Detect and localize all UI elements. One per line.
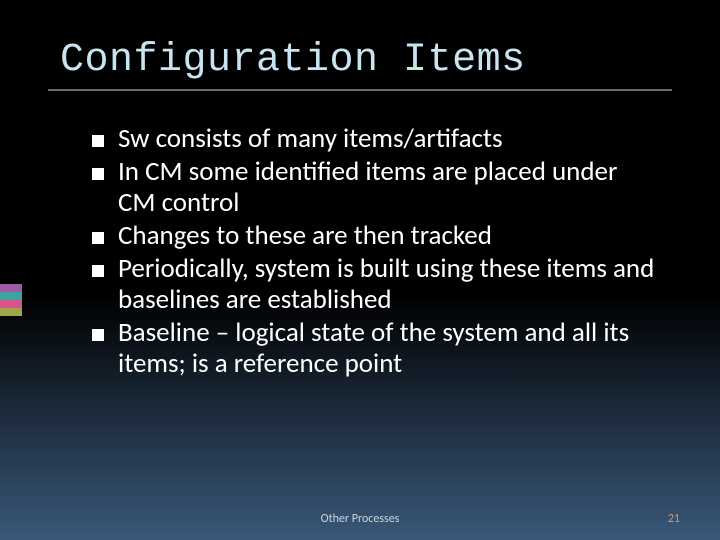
accent-bar [0,292,22,300]
slide-title: Configuration Items [0,0,720,89]
page-number: 21 [668,512,680,526]
slide: Configuration Items Sw consists of many … [0,0,720,540]
bullet-icon [92,135,104,147]
bullet-list: Sw consists of many items/artifacts In C… [0,91,720,379]
list-item: Sw consists of many items/artifacts [92,123,660,154]
accent-bar [0,284,22,292]
accent-bar [0,308,22,316]
bullet-icon [92,232,104,244]
bullet-text: Baseline – logical state of the system a… [118,317,660,379]
bullet-text: Periodically, system is built using thes… [118,253,660,315]
accent-bars [0,284,22,316]
bullet-text: Sw consists of many items/artifacts [118,123,503,154]
footer-label: Other Processes [321,512,400,526]
accent-bar [0,300,22,308]
list-item: Changes to these are then tracked [92,220,660,251]
list-item: In CM some identified items are placed u… [92,156,660,218]
bullet-icon [92,265,104,277]
bullet-icon [92,168,104,180]
list-item: Periodically, system is built using thes… [92,253,660,315]
bullet-icon [92,329,104,341]
bullet-text: Changes to these are then tracked [118,220,492,251]
list-item: Baseline – logical state of the system a… [92,317,660,379]
bullet-text: In CM some identified items are placed u… [118,156,660,218]
